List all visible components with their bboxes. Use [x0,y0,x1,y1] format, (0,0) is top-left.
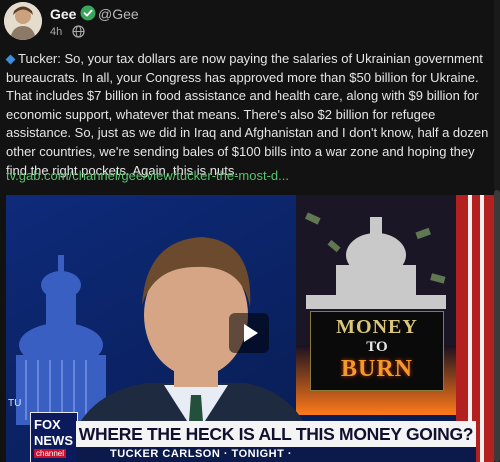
post-timestamp[interactable]: 4h [50,26,62,38]
money-to-burn-graphic: MONEY TO BURN [310,311,444,391]
verified-badge-icon [80,5,96,21]
graphic-title-line1: MONEY [336,316,418,338]
post-link[interactable]: tv.gab.com/channel/gee/view/tucker-the-m… [6,168,289,183]
network-line1: FOX [34,417,61,432]
scrollbar[interactable] [494,0,500,462]
post-text: Tucker: So, your tax dollars are now pay… [6,51,489,178]
play-icon [244,324,258,342]
video-embed[interactable]: MONEY TO BURN TU FOX NEWS channel WHERE … [6,195,494,462]
avatar-image [4,2,42,40]
post-card: Gee @Gee 4h Tucker: So, your tax dollars… [0,0,500,462]
show-name: TUCKER CARLSON · TONIGHT · [110,448,293,460]
chyron-headline: WHERE THE HECK IS ALL THIS MONEY GOING? [76,421,476,447]
network-logo: FOX NEWS channel [30,412,78,462]
graphic-title-line2: TO [366,339,388,355]
post-header: Gee @Gee 4h [0,0,500,46]
post-body: Tucker: So, your tax dollars are now pay… [5,50,494,180]
network-line3: channel [34,449,67,458]
side-caption: TU [8,398,22,409]
author-handle[interactable]: @Gee [98,6,139,22]
play-button[interactable] [229,313,269,353]
graphic-title-line3: BURN [340,356,413,382]
avatar[interactable] [4,2,42,40]
network-line2: NEWS [34,433,73,448]
diamond-bullet-icon [5,54,16,65]
scrollbar-thumb[interactable] [494,190,500,462]
globe-icon [72,25,85,38]
author-name[interactable]: Gee [50,6,76,22]
